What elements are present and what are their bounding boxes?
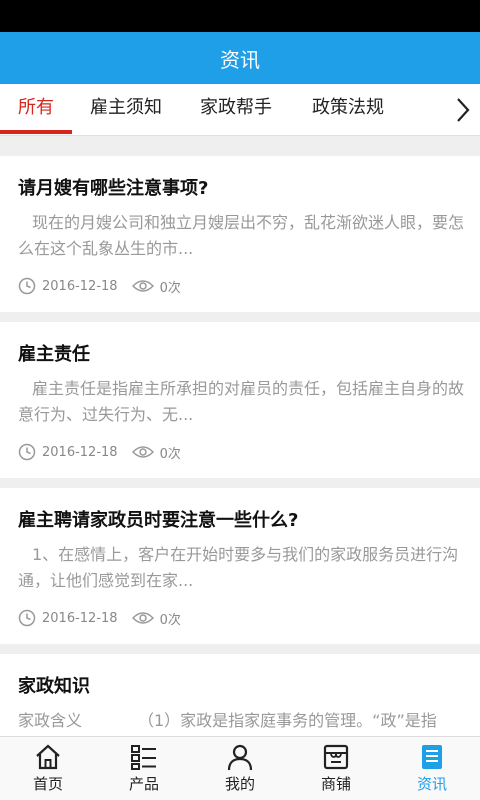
clock-icon [18,277,36,295]
tab-housekeeping-helper[interactable]: 家政帮手 [200,84,272,136]
tabs-more-button[interactable] [446,84,480,136]
article-title: 请月嫂有哪些注意事项? [18,178,209,199]
article-card[interactable]: 雇主聘请家政员时要注意一些什么? 1、在感情上，客户在开始时要多与我们的家政服务… [0,488,480,644]
article-meta: 2016-12-18 0次 [18,276,181,296]
nav-shop[interactable]: 商铺 [288,737,384,800]
category-tabs: 所有 雇主须知 家政帮手 政策法规 [0,84,480,136]
tab-employer-notes[interactable]: 雇主须知 [90,84,162,136]
user-icon [227,744,253,771]
article-views: 0次 [159,446,181,462]
article-date: 2016-12-18 [42,444,118,460]
article-meta: 2016-12-18 0次 [18,442,181,462]
article-list: 请月嫂有哪些注意事项? 现在的月嫂公司和独立月嫂层出不穷，乱花渐欲迷人眼，要怎么… [0,136,480,736]
tab-all[interactable]: 所有 [18,84,54,136]
status-bar [0,0,480,32]
article-summary: 现在的月嫂公司和独立月嫂层出不穷，乱花渐欲迷人眼，要怎么在这个乱象丛生的市... [18,213,465,258]
article-date: 2016-12-18 [42,278,118,294]
article-views: 0次 [159,612,181,628]
nav-label: 产品 [128,775,159,793]
home-icon [36,744,60,770]
nav-mine[interactable]: 我的 [192,737,288,800]
page-title: 资讯 [220,47,260,72]
article-summary: 家政含义 （1）家政是指家庭事务的管理。“政”是指 [18,711,437,730]
article-date: 2016-12-18 [42,610,118,626]
active-tab-indicator [0,130,72,134]
article-meta: 2016-12-18 0次 [18,608,181,628]
eye-icon [131,444,154,460]
article-card[interactable]: 家政知识 家政含义 （1）家政是指家庭事务的管理。“政”是指 [0,654,480,736]
app-header: 资讯 [0,32,480,84]
shop-icon [323,744,349,770]
news-icon [422,745,442,769]
nav-news[interactable]: 资讯 [384,737,480,800]
article-card[interactable]: 请月嫂有哪些注意事项? 现在的月嫂公司和独立月嫂层出不穷，乱花渐欲迷人眼，要怎么… [0,156,480,312]
eye-icon [131,278,154,294]
nav-label: 资讯 [416,775,447,793]
bottom-nav: 首页 产品 我的 商铺 资讯 [0,736,480,800]
nav-label: 首页 [32,775,63,793]
clock-icon [18,609,36,627]
article-title: 家政知识 [18,676,90,697]
nav-products[interactable]: 产品 [96,737,192,800]
article-title: 雇主聘请家政员时要注意一些什么? [18,510,299,531]
article-summary: 雇主责任是指雇主所承担的对雇员的责任，包括雇主自身的故意行为、过失行为、无... [18,379,465,424]
article-title: 雇主责任 [18,344,90,365]
nav-home[interactable]: 首页 [0,737,96,800]
clock-icon [18,443,36,461]
chevron-right-icon [457,98,470,122]
article-card[interactable]: 雇主责任 雇主责任是指雇主所承担的对雇员的责任，包括雇主自身的故意行为、过失行为… [0,322,480,478]
eye-icon [131,610,154,626]
article-summary: 1、在感情上，客户在开始时要多与我们的家政服务员进行沟通，让他们感觉到在家... [18,545,459,590]
nav-label: 商铺 [320,775,351,793]
article-views: 0次 [159,280,181,296]
nav-label: 我的 [224,775,255,793]
product-list-icon [131,745,156,770]
tab-policy-regulations[interactable]: 政策法规 [312,84,384,136]
